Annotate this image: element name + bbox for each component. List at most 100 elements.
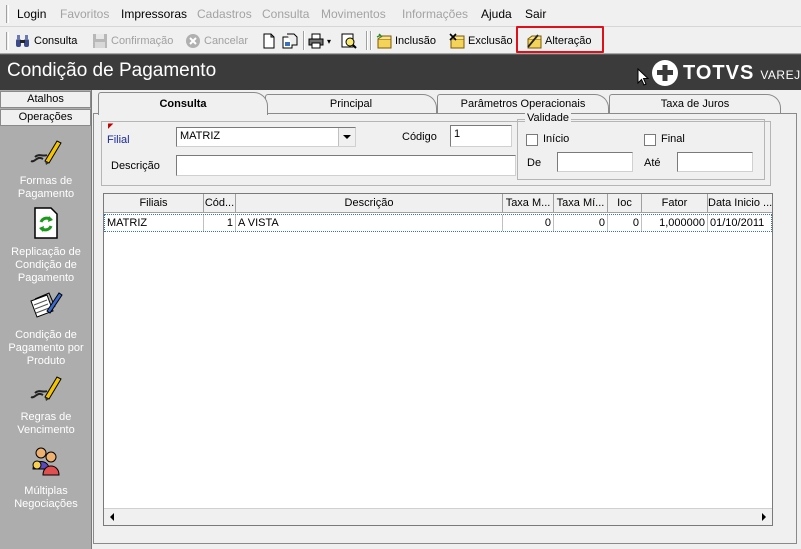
add-record-icon	[376, 33, 392, 49]
sidebar-item-label: Condição de Pagamento por Produto	[8, 329, 84, 367]
menu-grip	[6, 5, 9, 23]
print-preview-button[interactable]	[341, 30, 360, 52]
menu-informacoes[interactable]: Informações	[402, 7, 468, 21]
sidebar-tab-operacoes[interactable]: Operações	[0, 109, 91, 126]
horizontal-scrollbar[interactable]	[104, 508, 772, 525]
column-header-taxa-m[interactable]: Taxa M...	[503, 194, 554, 213]
column-header-taxa-mi[interactable]: Taxa Mí...	[554, 194, 608, 213]
sidebar-tab-atalhos[interactable]: Atalhos	[0, 91, 91, 108]
tab-panel-consulta: ◤ Filial MATRIZ Código 1 Descrição Valid…	[93, 112, 797, 544]
pen-pencil-icon	[29, 371, 63, 405]
descricao-field[interactable]	[176, 155, 516, 176]
cell-filiais: MATRIZ	[105, 215, 204, 231]
codigo-label: Código	[402, 131, 437, 143]
column-header-data-inicio[interactable]: Data Inicio ...	[708, 194, 772, 213]
sidebar-item-multiplas-negociacoes[interactable]: Múltiplas Negociações	[0, 445, 92, 511]
column-header-fator[interactable]: Fator	[642, 194, 708, 213]
validade-ate-field[interactable]	[677, 152, 753, 172]
page-header: Condição de Pagamento TOTVS VAREJO	[0, 54, 801, 90]
copy-document-button[interactable]	[282, 30, 301, 52]
toolbar-separator	[366, 31, 368, 50]
column-header-ioc[interactable]: Ioc	[608, 194, 642, 213]
codigo-field[interactable]: 1	[450, 125, 512, 147]
sidebar-item-label: Formas de Pagamento	[17, 175, 75, 200]
people-group-icon	[29, 445, 63, 479]
binoculars-icon	[15, 33, 31, 49]
results-grid: Filiais Cód... Descrição Taxa M... Taxa …	[103, 193, 773, 526]
cancelar-label: Cancelar	[204, 35, 249, 47]
inicio-checkbox[interactable]	[526, 134, 538, 146]
tab-parametros-operacionais[interactable]: Parâmetros Operacionais	[437, 94, 609, 114]
documents-pen-icon	[29, 289, 63, 323]
de-label: De	[527, 157, 542, 169]
cell-taxa-mi: 0	[554, 215, 608, 231]
scroll-right-icon[interactable]	[756, 509, 772, 525]
scroll-left-icon[interactable]	[104, 509, 120, 525]
refresh-document-icon	[29, 206, 63, 240]
toolbar-grip	[6, 32, 9, 50]
menu-sair[interactable]: Sair	[525, 7, 546, 21]
cancel-circle-icon	[185, 33, 201, 49]
menu-favoritos[interactable]: Favoritos	[60, 7, 109, 21]
chevron-down-icon: ▾	[327, 36, 332, 46]
toolbar-separator	[303, 31, 305, 50]
sidebar-item-condicao-produto[interactable]: Condição de Pagamento por Produto	[0, 289, 92, 368]
cell-fator: 1,000000	[642, 215, 708, 231]
totvs-mark-icon	[652, 60, 678, 86]
menu-impressoras[interactable]: Impressoras	[121, 7, 187, 21]
sidebar-item-label: Regras de Vencimento	[17, 411, 75, 436]
sidebar-item-replicacao[interactable]: Replicação de Condição de Pagamento	[0, 206, 92, 285]
required-marker-icon: ◤	[108, 123, 114, 130]
consulta-button[interactable]: Consulta	[15, 30, 77, 52]
menu-movimentos[interactable]: Movimentos	[321, 7, 386, 21]
print-button[interactable]: ▾	[308, 30, 331, 52]
sidebar-item-regras-vencimento[interactable]: Regras de Vencimento	[0, 371, 92, 437]
cancelar-button[interactable]: Cancelar	[185, 30, 248, 52]
tab-taxa-juros[interactable]: Taxa de Juros	[609, 94, 781, 114]
validade-legend: Validade	[525, 112, 571, 124]
totvs-logo: TOTVS VAREJO	[652, 59, 801, 87]
sidebar-item-formas-pagamento[interactable]: Formas de Pagamento	[0, 135, 92, 201]
validade-group: Validade Início Final De Até	[517, 112, 765, 180]
filial-value: MATRIZ	[180, 130, 221, 142]
confirmacao-button[interactable]: Confirmação	[92, 30, 173, 52]
new-document-button[interactable]	[261, 30, 280, 52]
tab-consulta[interactable]: Consulta	[98, 92, 268, 115]
column-header-descricao[interactable]: Descrição	[236, 194, 503, 213]
menu-ajuda[interactable]: Ajuda	[481, 7, 512, 21]
table-row[interactable]: MATRIZ 1 A VISTA 0 0 0 1,000000 01/10/20…	[104, 214, 772, 232]
inicio-label: Início	[543, 133, 570, 145]
column-header-codigo[interactable]: Cód...	[204, 194, 236, 213]
cell-ioc: 0	[608, 215, 642, 231]
cell-data-inicio: 01/10/2011	[710, 217, 765, 229]
page-title: Condição de Pagamento	[7, 60, 217, 81]
codigo-value: 1	[454, 128, 461, 140]
cell-codigo: 1	[204, 215, 236, 231]
inclusao-button[interactable]: Inclusão	[376, 30, 436, 52]
tab-strip: Consulta Principal Parâmetros Operaciona…	[93, 92, 801, 115]
chevron-down-icon[interactable]	[338, 128, 355, 146]
exclusao-button[interactable]: Exclusão	[449, 30, 513, 52]
final-checkbox[interactable]	[644, 134, 656, 146]
filial-select[interactable]: MATRIZ	[176, 127, 356, 147]
menu-cadastros[interactable]: Cadastros	[197, 7, 252, 21]
mouse-cursor-icon	[637, 67, 651, 86]
validade-de-field[interactable]	[557, 152, 633, 172]
column-header-filiais[interactable]: Filiais	[104, 194, 204, 213]
descricao-label: Descrição	[111, 160, 160, 172]
logo-sub: VAREJO	[760, 68, 801, 82]
tab-principal[interactable]: Principal	[265, 94, 437, 114]
sidebar-item-label: Múltiplas Negociações	[14, 485, 78, 510]
filial-label: Filial	[107, 134, 130, 146]
menu-consulta[interactable]: Consulta	[262, 7, 309, 21]
main-area: Consulta Principal Parâmetros Operaciona…	[93, 90, 801, 549]
inclusao-label: Inclusão	[395, 35, 436, 47]
sidebar-item-label: Replicação de Condição de Pagamento	[11, 246, 81, 284]
menu-login[interactable]: Login	[17, 7, 46, 21]
logo-brand: TOTVS	[683, 61, 755, 84]
grid-header: Filiais Cód... Descrição Taxa M... Taxa …	[104, 194, 772, 213]
printer-icon	[308, 33, 324, 49]
cell-taxa-m: 0	[503, 215, 554, 231]
new-document-icon	[261, 33, 277, 49]
ate-label: Até	[644, 157, 661, 169]
